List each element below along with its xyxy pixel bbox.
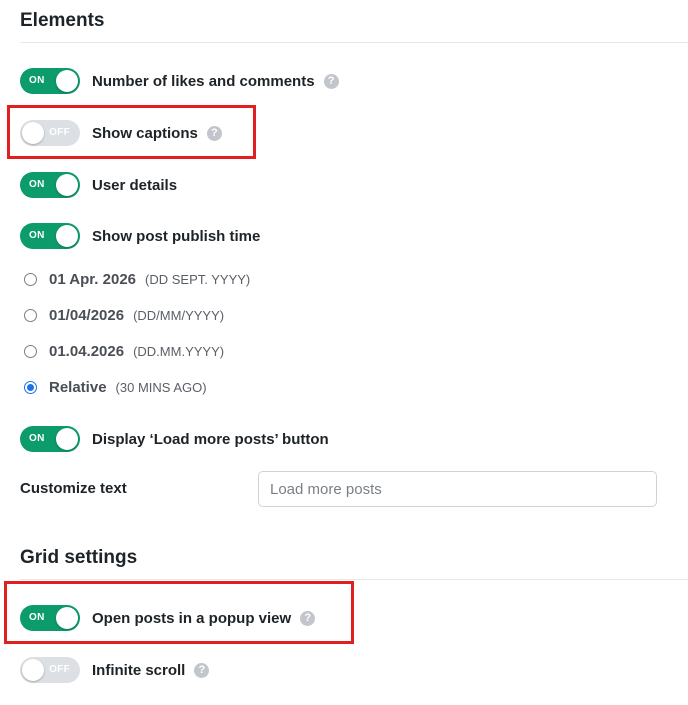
popup-view-label: Open posts in a popup view bbox=[92, 609, 292, 627]
toggle-knob bbox=[22, 122, 44, 144]
elements-divider bbox=[20, 42, 688, 43]
date-format-label: 01/04/2026 bbox=[49, 306, 125, 324]
help-icon[interactable]: ? bbox=[323, 73, 339, 89]
likes-comments-toggle[interactable]: ON bbox=[20, 68, 80, 94]
toggle-state-label: OFF bbox=[49, 664, 70, 675]
help-icon[interactable]: ? bbox=[206, 125, 222, 141]
date-format-option[interactable]: 01.04.2026 (DD.MM.YYYY) bbox=[24, 341, 224, 361]
publish-time-row: ON Show post publish time bbox=[20, 223, 260, 249]
toggle-state-label: ON bbox=[29, 612, 45, 623]
date-format-hint: (DD.MM.YYYY) bbox=[133, 343, 225, 359]
publish-time-label: Show post publish time bbox=[92, 227, 261, 245]
infinite-scroll-label: Infinite scroll bbox=[92, 661, 186, 679]
radio-button[interactable] bbox=[24, 344, 37, 358]
date-format-hint: (30 MINS AGO) bbox=[115, 379, 207, 395]
date-format-label: 01.04.2026 bbox=[49, 342, 125, 360]
date-format-option-relative[interactable]: Relative (30 MINS AGO) bbox=[24, 377, 207, 397]
infinite-scroll-toggle[interactable]: OFF bbox=[20, 657, 80, 683]
customize-text-input[interactable] bbox=[258, 471, 657, 507]
load-more-toggle[interactable]: ON bbox=[20, 426, 80, 452]
radio-button[interactable] bbox=[24, 272, 37, 286]
likes-comments-label: Number of likes and comments bbox=[92, 72, 315, 90]
show-captions-row: OFF Show captions ? bbox=[20, 120, 222, 146]
toggle-state-label: ON bbox=[29, 230, 45, 241]
toggle-knob bbox=[56, 607, 78, 629]
date-format-hint: (DD SEPT. YYYY) bbox=[145, 271, 251, 287]
date-format-hint: (DD/MM/YYYY) bbox=[133, 307, 225, 323]
user-details-label: User details bbox=[92, 176, 178, 194]
infinite-scroll-row: OFF Infinite scroll ? bbox=[20, 657, 210, 683]
user-details-row: ON User details bbox=[20, 172, 177, 198]
help-icon[interactable]: ? bbox=[194, 662, 210, 678]
popup-view-row: ON Open posts in a popup view ? bbox=[20, 605, 316, 631]
date-format-option[interactable]: 01/04/2026 (DD/MM/YYYY) bbox=[24, 305, 224, 325]
date-format-label: 01 Apr. 2026 bbox=[49, 270, 137, 288]
grid-section-title: Grid settings bbox=[20, 547, 138, 568]
show-captions-label: Show captions bbox=[92, 124, 198, 142]
elements-section-title: Elements bbox=[20, 10, 105, 31]
toggle-state-label: ON bbox=[29, 433, 45, 444]
customize-text-label: Customize text bbox=[20, 480, 127, 497]
popup-view-toggle[interactable]: ON bbox=[20, 605, 80, 631]
likes-comments-row: ON Number of likes and comments ? bbox=[20, 68, 339, 94]
date-format-label: Relative bbox=[49, 378, 107, 396]
radio-button[interactable] bbox=[24, 308, 37, 322]
toggle-state-label: ON bbox=[29, 179, 45, 190]
toggle-knob bbox=[22, 659, 44, 681]
toggle-knob bbox=[56, 174, 78, 196]
date-format-option[interactable]: 01 Apr. 2026 (DD SEPT. YYYY) bbox=[24, 269, 250, 289]
toggle-knob bbox=[56, 70, 78, 92]
publish-time-toggle[interactable]: ON bbox=[20, 223, 80, 249]
toggle-state-label: ON bbox=[29, 75, 45, 86]
load-more-label: Display ‘Load more posts’ button bbox=[92, 430, 329, 448]
show-captions-toggle[interactable]: OFF bbox=[20, 120, 80, 146]
grid-divider bbox=[20, 579, 688, 580]
load-more-row: ON Display ‘Load more posts’ button bbox=[20, 426, 329, 452]
user-details-toggle[interactable]: ON bbox=[20, 172, 80, 198]
toggle-knob bbox=[56, 225, 78, 247]
toggle-state-label: OFF bbox=[49, 127, 70, 138]
radio-button-checked[interactable] bbox=[24, 380, 37, 394]
help-icon[interactable]: ? bbox=[300, 610, 316, 626]
toggle-knob bbox=[56, 428, 78, 450]
